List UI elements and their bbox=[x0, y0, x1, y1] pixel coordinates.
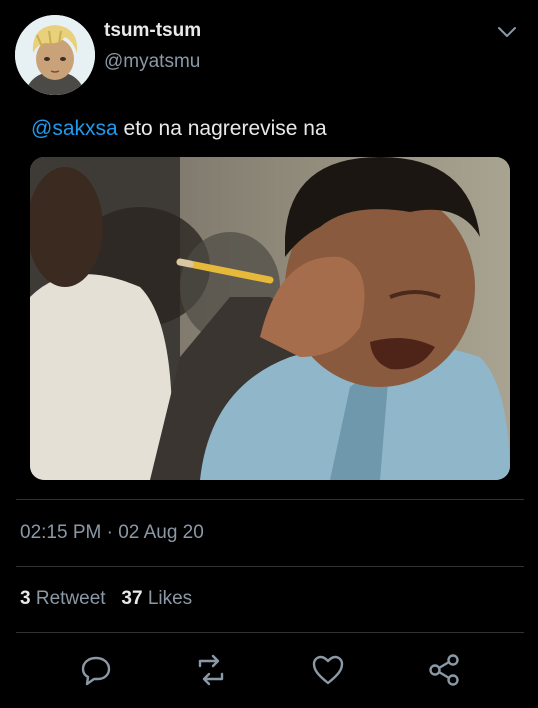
tweet-media-photo[interactable] bbox=[30, 157, 510, 480]
retweet-icon[interactable] bbox=[191, 650, 231, 690]
display-name[interactable]: tsum-tsum bbox=[104, 20, 201, 42]
divider bbox=[16, 632, 524, 633]
tweet-text: @sakxsa eto na nagrerevise na bbox=[31, 117, 327, 141]
likes-stat[interactable]: 37 Likes bbox=[121, 588, 192, 609]
photo-icon bbox=[30, 157, 510, 480]
chevron-down-icon[interactable] bbox=[496, 24, 518, 40]
mention-link[interactable]: @sakxsa bbox=[31, 117, 118, 140]
heart-icon[interactable] bbox=[308, 650, 348, 690]
retweets-stat[interactable]: 3 Retweet bbox=[20, 588, 106, 609]
divider bbox=[16, 499, 524, 500]
retweets-count: 3 bbox=[20, 588, 31, 609]
tweet-timestamp[interactable]: 02:15 PM · 02 Aug 20 bbox=[20, 522, 204, 544]
reply-icon[interactable] bbox=[76, 650, 116, 690]
tweet-actions-bar bbox=[0, 640, 538, 700]
share-icon[interactable] bbox=[424, 650, 464, 690]
engagement-counts: 3 Retweet 37 Likes bbox=[20, 588, 192, 610]
divider bbox=[16, 566, 524, 567]
likes-count: 37 bbox=[121, 588, 143, 609]
avatar[interactable] bbox=[15, 15, 95, 95]
tweet-body: eto na nagrerevise na bbox=[117, 117, 327, 140]
likes-label: Likes bbox=[147, 588, 193, 609]
avatar-illustration-icon bbox=[15, 15, 95, 95]
tweet-header: tsum-tsum @myatsmu bbox=[0, 0, 538, 110]
retweets-label: Retweet bbox=[35, 588, 106, 609]
user-handle[interactable]: @myatsmu bbox=[104, 51, 200, 73]
